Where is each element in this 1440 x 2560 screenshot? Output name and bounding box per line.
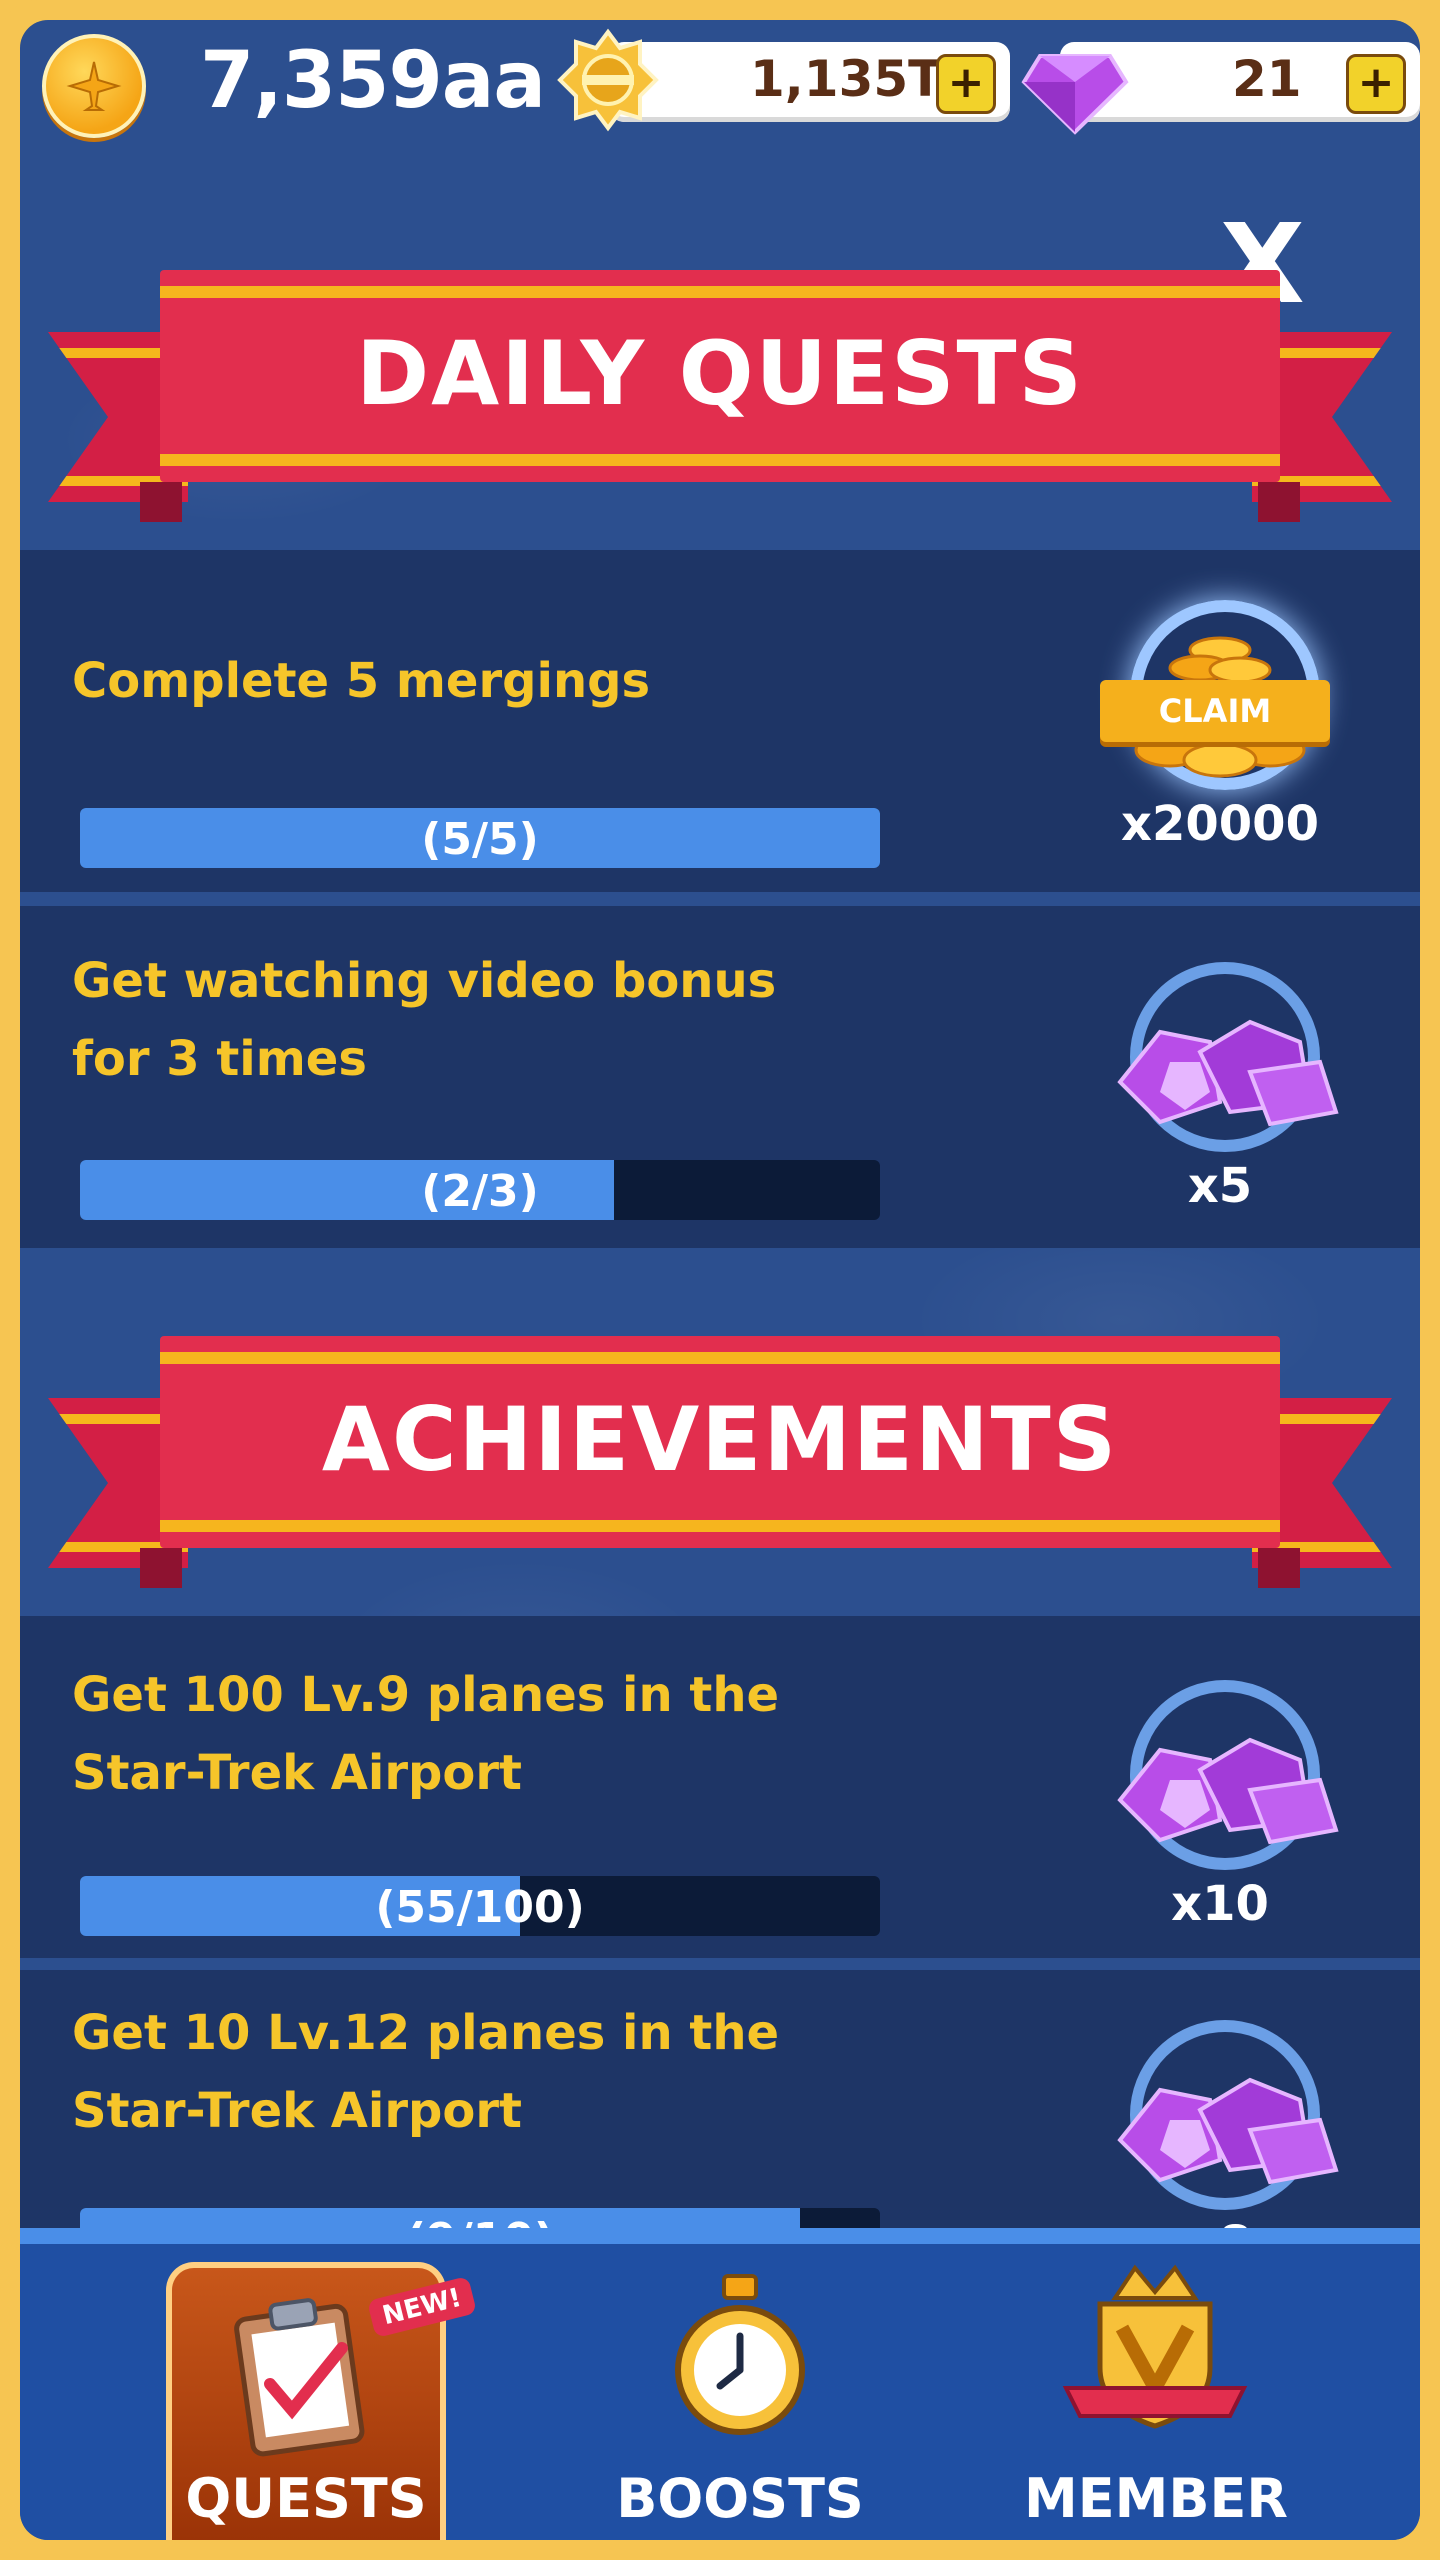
quest-progress-bar: (2/3) (80, 1160, 880, 1220)
ribbon-fold-left (140, 482, 182, 522)
quest-description-line: Get watching video bonus (72, 953, 777, 1009)
tab-quests-label: QUESTS (185, 2467, 427, 2530)
achievement-reward: x10 (1100, 1680, 1340, 1940)
quests-screen: 7,359aa 1,135T + 21 + X DAILY QUESTS Com… (20, 20, 1420, 2540)
claim-button[interactable]: CLAIM (1100, 680, 1330, 742)
gem-amount: 21 (1232, 50, 1302, 108)
tab-boosts-label: BOOSTS (616, 2467, 864, 2530)
tab-member-label: MEMBER (1024, 2467, 1288, 2530)
achievement-progress-bar: (55/100) (80, 1876, 880, 1936)
daily-quests-title: DAILY QUESTS (356, 322, 1084, 425)
new-badge: NEW! (366, 2275, 478, 2339)
gem-icon (1117, 1019, 1339, 1127)
resource-bar: 7,359aa 1,135T + 21 + (20, 20, 1420, 140)
add-gems-button[interactable]: + (1346, 54, 1406, 114)
achievements-title: ACHIEVEMENTS (321, 1388, 1119, 1491)
daily-quests-banner: DAILY QUESTS (20, 262, 1420, 542)
tab-boosts[interactable]: BOOSTS (600, 2244, 880, 2540)
coin-plane-icon (42, 34, 146, 138)
reward-amount: x5 (1187, 1158, 1253, 1214)
medal-icon (557, 28, 659, 132)
clipboard-icon (234, 2298, 365, 2457)
quest-row: Get watching video bonus for 3 times (2/… (20, 906, 1420, 1248)
quest-description: Complete 5 mergings (72, 642, 650, 720)
crown-shield-icon (1062, 2264, 1248, 2429)
achievement-description-line: Star-Trek Airport (72, 1745, 522, 1801)
gem-icon (1117, 2077, 1339, 2185)
quest-row: Complete 5 mergings (5/5) CLAIM x20000 (20, 550, 1420, 892)
reward-claim[interactable]: CLAIM x20000 (1100, 600, 1340, 860)
gem-icon (1117, 1737, 1339, 1845)
achievement-description-line: Star-Trek Airport (72, 2083, 522, 2139)
gem-icon (1021, 54, 1129, 135)
ribbon-fold-right (1258, 1548, 1300, 1588)
bottom-nav: NEW! QUESTS BOOSTS MEMBER (20, 2228, 1420, 2540)
achievement-description-line: Get 10 Lv.12 planes in the (72, 2005, 780, 2061)
reward-amount: x20000 (1121, 796, 1319, 852)
progress-text: (55/100) (375, 1882, 585, 1933)
quest-description-line: Complete 5 mergings (72, 653, 651, 709)
stopwatch-icon (675, 2274, 805, 2435)
achievement-row: Get 100 Lv.9 planes in the Star-Trek Air… (20, 1616, 1420, 1958)
reward-amount: x10 (1171, 1876, 1269, 1932)
quest-progress-bar: (5/5) (80, 808, 880, 868)
achievement-description-line: Get 100 Lv.9 planes in the (72, 1667, 780, 1723)
ribbon-fold-right (1258, 482, 1300, 522)
achievement-description: Get 100 Lv.9 planes in the Star-Trek Air… (72, 1656, 779, 1812)
progress-text: (5/5) (421, 814, 539, 865)
achievements-banner: ACHIEVEMENTS (20, 1328, 1420, 1608)
tab-member[interactable]: MEMBER (1016, 2244, 1296, 2540)
tab-quests[interactable]: NEW! QUESTS (166, 2262, 478, 2540)
quest-description-line: for 3 times (72, 1031, 367, 1087)
money-amount: 7,359aa (200, 36, 546, 126)
quest-reward: x5 (1100, 962, 1340, 1222)
add-medals-button[interactable]: + (936, 54, 996, 114)
app-frame: 7,359aa 1,135T + 21 + X DAILY QUESTS Com… (0, 0, 1440, 2560)
ribbon-fold-left (140, 1548, 182, 1588)
achievement-description: Get 10 Lv.12 planes in the Star-Trek Air… (72, 1994, 779, 2150)
progress-text: (2/3) (421, 1166, 539, 1217)
quest-description: Get watching video bonus for 3 times (72, 942, 776, 1098)
medal-counter: 1,135T + (610, 42, 1010, 122)
medal-amount: 1,135T (750, 50, 943, 108)
